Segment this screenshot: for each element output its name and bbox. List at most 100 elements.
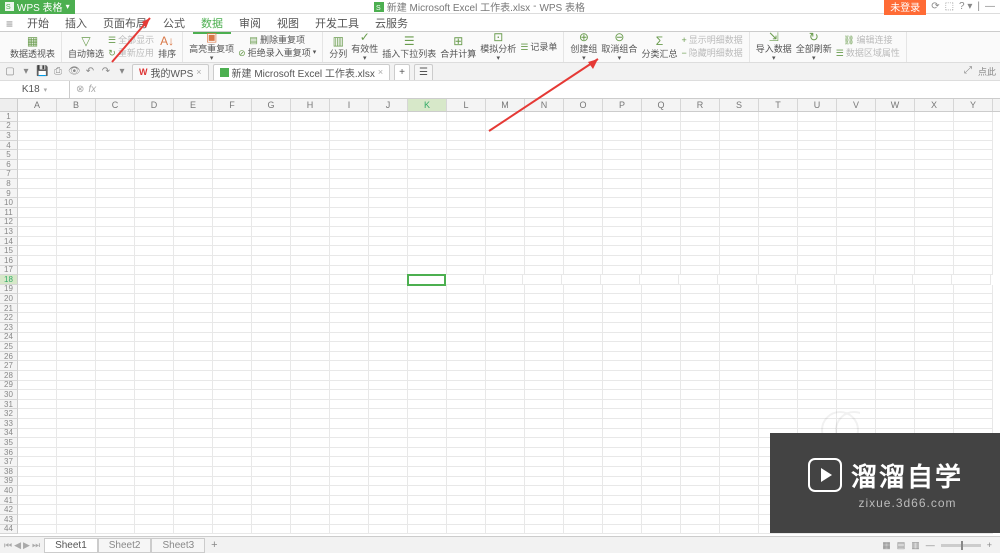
cell[interactable] (135, 160, 174, 170)
cell[interactable] (525, 525, 564, 535)
mywps-tab[interactable]: W 我的WPS × (132, 64, 209, 80)
cell[interactable] (252, 141, 291, 151)
cell[interactable] (135, 208, 174, 218)
cell[interactable] (486, 227, 525, 237)
cell[interactable] (486, 160, 525, 170)
cell[interactable] (291, 496, 330, 506)
cell[interactable] (486, 390, 525, 400)
cell[interactable] (57, 333, 96, 343)
cell[interactable] (291, 323, 330, 333)
cell[interactable] (291, 390, 330, 400)
help-icon[interactable]: ? ▾ (959, 1, 972, 12)
cell[interactable] (525, 131, 564, 141)
sheet-first-icon[interactable]: ⏮ (4, 540, 12, 551)
cell[interactable] (330, 112, 369, 122)
cell[interactable] (915, 189, 954, 199)
cell[interactable] (720, 381, 759, 391)
cell[interactable] (720, 429, 759, 439)
cell[interactable] (486, 400, 525, 410)
cell[interactable] (291, 160, 330, 170)
cell[interactable] (525, 304, 564, 314)
cell[interactable] (915, 246, 954, 256)
cell[interactable] (642, 448, 681, 458)
cell[interactable] (57, 457, 96, 467)
cell[interactable] (759, 419, 798, 429)
cell[interactable] (369, 486, 408, 496)
cell[interactable] (525, 477, 564, 487)
app-dropdown-icon[interactable]: ▾ (66, 2, 70, 11)
cell[interactable] (213, 313, 252, 323)
cell[interactable] (213, 179, 252, 189)
cell[interactable] (291, 505, 330, 515)
cell[interactable] (252, 179, 291, 189)
cell[interactable] (681, 189, 720, 199)
cell[interactable] (213, 486, 252, 496)
pivot-table-button[interactable]: ▦数据透视表 (8, 33, 57, 61)
cell[interactable] (837, 323, 876, 333)
group-button[interactable]: ⊕创建组▾ (568, 33, 599, 61)
cell[interactable] (954, 218, 993, 228)
cell[interactable] (837, 208, 876, 218)
cell[interactable] (679, 275, 718, 285)
cell[interactable] (603, 323, 642, 333)
cell[interactable] (408, 189, 447, 199)
cell[interactable] (603, 304, 642, 314)
cell[interactable] (486, 467, 525, 477)
cell[interactable] (720, 505, 759, 515)
cell[interactable] (252, 505, 291, 515)
cell[interactable] (213, 467, 252, 477)
cell[interactable] (603, 496, 642, 506)
cell[interactable] (18, 313, 57, 323)
cell[interactable] (330, 352, 369, 362)
cell[interactable] (213, 285, 252, 295)
cell[interactable] (252, 304, 291, 314)
cell[interactable] (252, 227, 291, 237)
cell[interactable] (135, 198, 174, 208)
cell[interactable] (837, 160, 876, 170)
cell[interactable] (408, 218, 447, 228)
cell[interactable] (720, 448, 759, 458)
cell[interactable] (408, 170, 447, 180)
cell[interactable] (408, 304, 447, 314)
cell[interactable] (18, 256, 57, 266)
row-header[interactable]: 18 (0, 275, 18, 285)
cell[interactable] (564, 390, 603, 400)
cell[interactable] (369, 419, 408, 429)
cell[interactable] (57, 266, 96, 276)
cell[interactable] (369, 323, 408, 333)
cell[interactable] (369, 237, 408, 247)
cell[interactable] (135, 170, 174, 180)
cell[interactable] (603, 505, 642, 515)
cell[interactable] (96, 352, 135, 362)
cell[interactable] (408, 496, 447, 506)
login-badge[interactable]: 未登录 (884, 0, 926, 15)
cell[interactable] (447, 429, 486, 439)
cell[interactable] (603, 515, 642, 525)
sheet-tab[interactable]: Sheet1 (44, 538, 98, 553)
cell[interactable] (876, 285, 915, 295)
cell[interactable] (213, 361, 252, 371)
cell[interactable] (291, 371, 330, 381)
cell[interactable] (330, 419, 369, 429)
cell[interactable] (369, 189, 408, 199)
cell[interactable] (681, 381, 720, 391)
cell[interactable] (174, 179, 213, 189)
cell[interactable] (213, 352, 252, 362)
cell[interactable] (369, 294, 408, 304)
column-header[interactable]: F (213, 99, 252, 111)
column-header[interactable]: M (486, 99, 525, 111)
cell[interactable] (525, 141, 564, 151)
cell[interactable] (876, 218, 915, 228)
menu-tab-云服务[interactable]: 云服务 (367, 16, 416, 32)
cell[interactable] (252, 496, 291, 506)
cell[interactable] (330, 208, 369, 218)
cell[interactable] (642, 150, 681, 160)
cell[interactable] (915, 198, 954, 208)
cell[interactable] (798, 333, 837, 343)
cell[interactable] (642, 467, 681, 477)
cell[interactable] (603, 457, 642, 467)
cell[interactable] (330, 496, 369, 506)
cell[interactable] (525, 467, 564, 477)
cell[interactable] (96, 496, 135, 506)
cell[interactable] (135, 525, 174, 535)
